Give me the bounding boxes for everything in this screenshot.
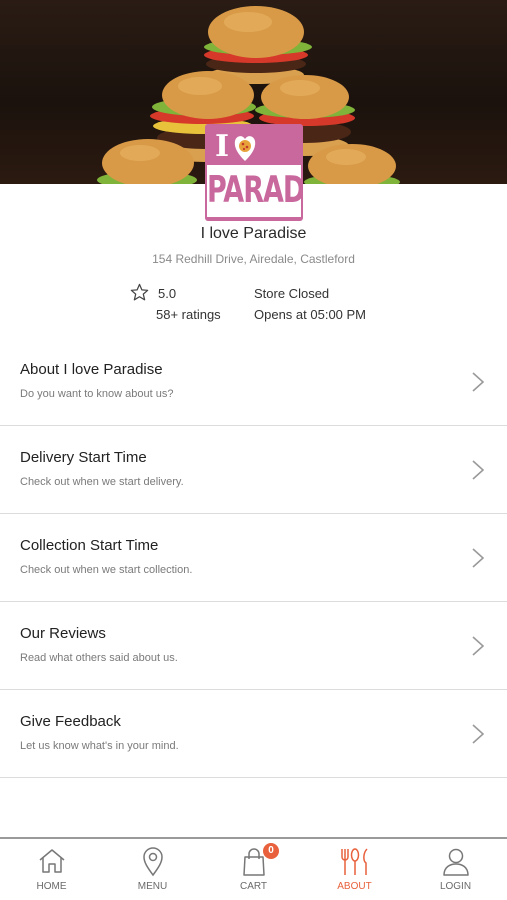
tab-label: MENU — [137, 881, 168, 892]
home-icon — [39, 849, 64, 873]
rating-count: 58+ ratings — [156, 307, 221, 322]
tab-menu[interactable]: MENU — [102, 839, 203, 900]
menu-item-give-feedback[interactable]: Give Feedback Let us know what's in your… — [0, 690, 507, 778]
menu-item-title: Our Reviews — [20, 625, 106, 642]
menu-item-subtitle: Do you want to know about us? — [20, 388, 174, 400]
rating-value: 5.0 — [158, 286, 177, 301]
store-logo: I PARADISE — [205, 124, 303, 221]
store-opening-time: Opens at 05:00 PM — [254, 307, 367, 322]
user-icon — [442, 848, 469, 876]
chevron-right-icon — [472, 636, 485, 656]
star-icon — [130, 283, 149, 301]
location-pin-icon — [142, 847, 163, 877]
menu-item-subtitle: Check out when we start delivery. — [20, 476, 184, 488]
tab-login[interactable]: LOGIN — [405, 839, 506, 900]
chevron-right-icon — [472, 548, 485, 568]
tab-home[interactable]: HOME — [1, 839, 102, 900]
menu-item-about[interactable]: About I love Paradise Do you want to kno… — [0, 338, 507, 426]
tab-label: HOME — [36, 881, 67, 892]
menu-item-collection-start-time[interactable]: Collection Start Time Check out when we … — [0, 514, 507, 602]
menu-item-title: About I love Paradise — [20, 361, 163, 378]
bottom-tab-bar: HOME MENU 0 CART ABOUT LOGIN — [0, 837, 507, 900]
menu-item-reviews[interactable]: Our Reviews Read what others said about … — [0, 602, 507, 690]
menu-item-title: Collection Start Time — [20, 537, 159, 554]
chevron-right-icon — [472, 372, 485, 392]
store-address: 154 Redhill Drive, Airedale, Castleford — [152, 252, 355, 266]
tab-label: ABOUT — [337, 881, 372, 892]
menu-item-title: Give Feedback — [20, 713, 121, 730]
menu-item-subtitle: Check out when we start collection. — [20, 564, 193, 576]
tab-cart[interactable]: 0 CART — [203, 839, 304, 900]
tab-label: LOGIN — [439, 881, 472, 892]
store-name: I love Paradise — [200, 225, 307, 242]
chevron-right-icon — [472, 460, 485, 480]
menu-item-title: Delivery Start Time — [20, 449, 147, 466]
cutlery-icon — [340, 848, 368, 875]
menu-item-subtitle: Let us know what's in your mind. — [20, 740, 179, 752]
cart-count-badge: 0 — [263, 843, 279, 859]
tab-label: CART — [239, 881, 268, 892]
menu-item-subtitle: Read what others said about us. — [20, 652, 178, 664]
chevron-right-icon — [472, 724, 485, 744]
store-status: Store Closed — [254, 286, 330, 301]
logo-text: PARADISE — [207, 169, 303, 212]
menu-item-delivery-start-time[interactable]: Delivery Start Time Check out when we st… — [0, 426, 507, 514]
logo-wordmark: PARADISE — [207, 165, 303, 217]
tab-about[interactable]: ABOUT — [304, 839, 405, 900]
